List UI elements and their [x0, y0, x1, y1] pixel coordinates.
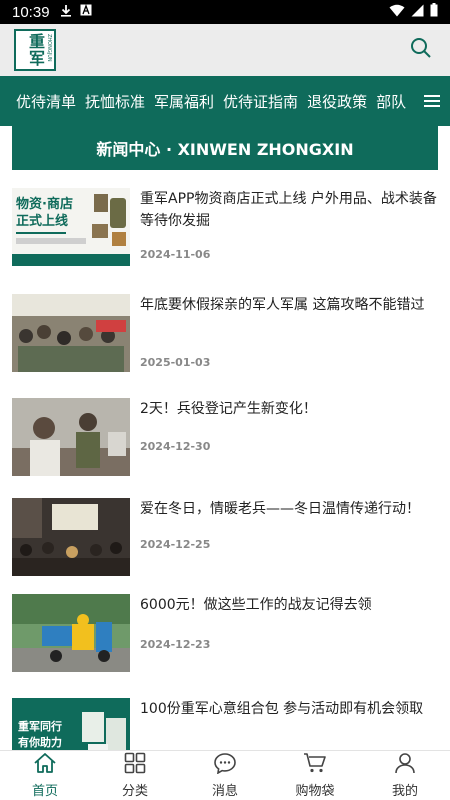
font-app-icon — [80, 4, 92, 20]
news-date: 2025-01-03 — [140, 356, 211, 369]
logo-side-text: ZHONGJUN — [46, 34, 52, 62]
svg-text:有你助力: 有你助力 — [18, 735, 62, 749]
news-item[interactable]: 6000元！做这些工作的战友记得去领 2024-12-23 — [0, 576, 450, 676]
news-date: 2024-12-25 — [140, 538, 211, 551]
chat-bubble-icon — [213, 752, 237, 778]
nav-item-budui[interactable]: 部队 — [376, 91, 406, 112]
tab-category[interactable]: 分类 — [90, 751, 180, 800]
bottom-tab-bar: 首页 分类 消息 购物袋 我的 — [0, 750, 450, 800]
news-item[interactable]: 爱在冬日，情暖老兵——冬日温情传递行动！ 2024-12-25 — [0, 480, 450, 580]
news-thumbnail — [12, 294, 130, 372]
news-title: 重军APP物资商店正式上线 户外用品、战术装备等待你发掘 — [140, 191, 437, 229]
news-item[interactable]: 2天！兵役登记产生新变化！ 2024-12-30 — [0, 380, 450, 480]
nav-item-junshu-fuli[interactable]: 军属福利 — [154, 91, 214, 112]
svg-text:物资·商店: 物资·商店 — [16, 196, 73, 212]
nav-item-tuiyi-zhengce[interactable]: 退役政策 — [307, 91, 367, 112]
tab-profile[interactable]: 我的 — [360, 751, 450, 800]
news-title: 100份重军心意组合包 参与活动即有机会领取 — [140, 701, 424, 717]
section-title: 新闻中心 · XINWEN ZHONGXIN — [12, 126, 438, 170]
news-item[interactable]: 重军同行 有你助力 100份重军心意组合包 参与活动即有机会领取 — [0, 680, 450, 750]
tab-label: 我的 — [391, 784, 418, 799]
tab-cart[interactable]: 购物袋 — [270, 751, 360, 800]
tab-messages[interactable]: 消息 — [180, 751, 270, 800]
download-icon — [60, 4, 72, 21]
search-button[interactable] — [406, 35, 436, 65]
nav-items: 优待清单 抚恤标准 军属福利 优待证指南 退役政策 部队 — [0, 91, 420, 112]
battery-icon — [430, 3, 438, 21]
home-icon — [33, 752, 57, 778]
user-icon — [394, 752, 416, 778]
news-thumbnail — [12, 594, 130, 672]
news-date: 2024-12-30 — [140, 440, 211, 453]
tab-label: 分类 — [121, 784, 148, 799]
app-header: 重军 ZHONGJUN — [0, 24, 450, 76]
grid-icon — [124, 752, 146, 778]
app-logo[interactable]: 重军 ZHONGJUN — [14, 29, 56, 71]
tab-label: 购物袋 — [295, 784, 335, 799]
status-bar: 10:39 — [0, 0, 450, 24]
news-thumbnail: 重军同行 有你助力 — [12, 698, 130, 750]
news-item[interactable]: 年底要休假探亲的军人军属 这篇攻略不能错过 2025-01-03 — [0, 276, 450, 376]
nav-item-youdai-qingdan[interactable]: 优待清单 — [16, 91, 76, 112]
signal-icon — [411, 4, 424, 21]
search-icon — [410, 37, 432, 63]
news-thumbnail — [12, 398, 130, 476]
news-title: 6000元！做这些工作的战友记得去领 — [140, 597, 372, 613]
tab-label: 首页 — [31, 784, 58, 799]
news-thumbnail — [12, 498, 130, 576]
cart-icon — [303, 752, 327, 778]
nav-item-youdaizheng-zhinan[interactable]: 优待证指南 — [223, 91, 298, 112]
status-time: 10:39 — [12, 3, 50, 21]
news-date: 2024-12-23 — [140, 638, 211, 651]
logo-text: 重军 — [26, 33, 45, 67]
tab-home[interactable]: 首页 — [0, 751, 90, 800]
news-title: 2天！兵役登记产生新变化！ — [140, 401, 317, 417]
news-date: 2024-11-06 — [140, 248, 211, 261]
wifi-icon — [389, 4, 405, 21]
tab-label: 消息 — [211, 784, 238, 799]
category-nav: 优待清单 抚恤标准 军属福利 优待证指南 退役政策 部队 — [0, 76, 450, 126]
news-title: 年底要休假探亲的军人军属 这篇攻略不能错过 — [140, 297, 425, 313]
svg-text:重军同行: 重军同行 — [18, 719, 62, 733]
news-thumbnail: 物资·商店 正式上线 — [12, 188, 130, 266]
hamburger-menu-icon[interactable] — [422, 90, 444, 112]
svg-text:正式上线: 正式上线 — [16, 213, 68, 229]
news-list: 物资·商店 正式上线 重军APP物资商店正式上线 户外用品、战术装备等待你发掘 … — [0, 170, 450, 750]
nav-item-fuxu-biaozhun[interactable]: 抚恤标准 — [85, 91, 145, 112]
news-item[interactable]: 物资·商店 正式上线 重军APP物资商店正式上线 户外用品、战术装备等待你发掘 … — [0, 170, 450, 270]
news-title: 爱在冬日，情暖老兵——冬日温情传递行动！ — [140, 501, 420, 517]
